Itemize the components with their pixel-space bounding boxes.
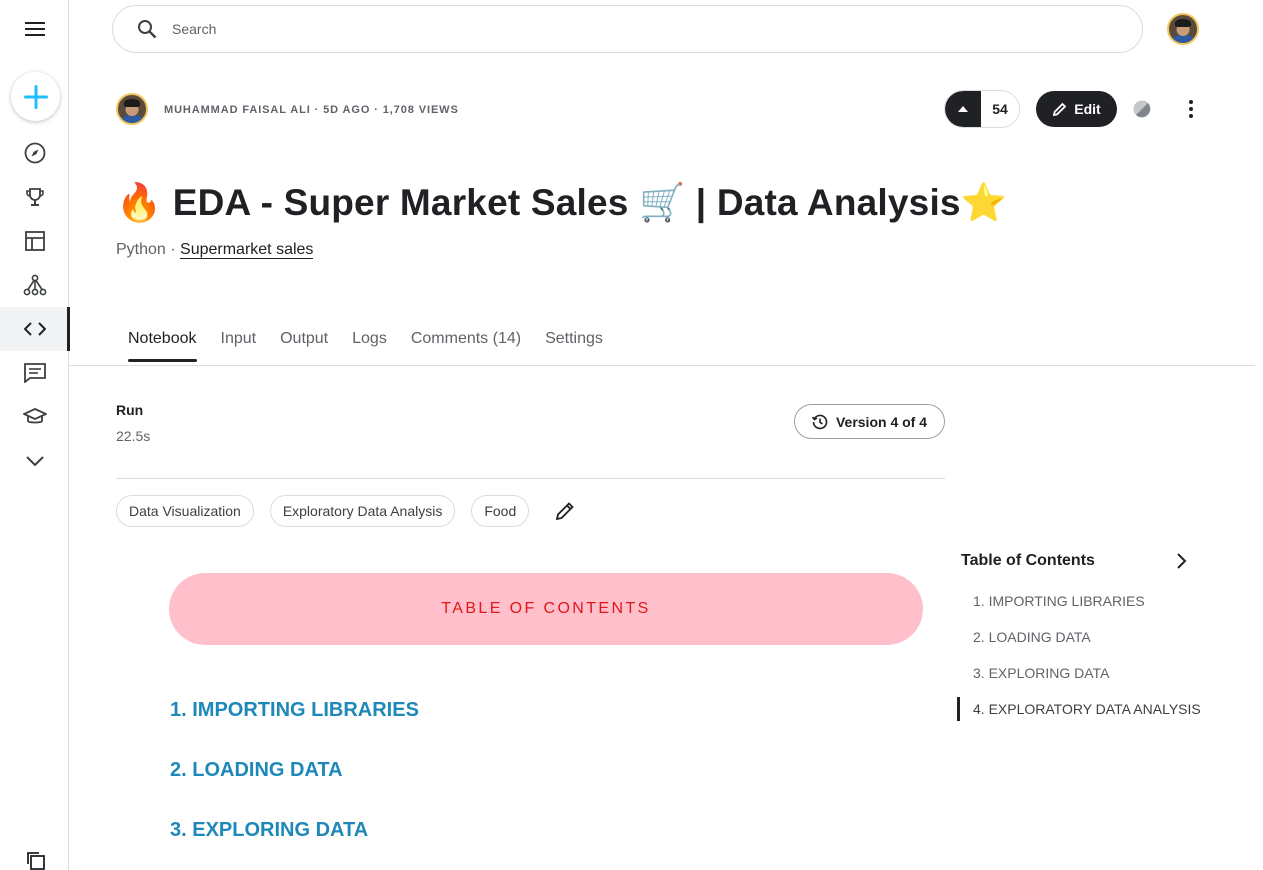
hamburger-menu-icon bbox=[24, 22, 45, 36]
table-icon bbox=[24, 231, 45, 251]
edit-button[interactable]: Edit bbox=[1036, 91, 1117, 127]
notebook-section-link[interactable]: 3. EXPLORING DATA bbox=[170, 819, 368, 842]
tag-list: Data Visualization Exploratory Data Anal… bbox=[116, 495, 579, 527]
tab-comments[interactable]: Comments (14) bbox=[411, 330, 521, 360]
pencil-icon bbox=[1053, 102, 1067, 116]
search-bar[interactable]: Search bbox=[112, 5, 1143, 53]
notebook-section-link[interactable]: 1. IMPORTING LIBRARIES bbox=[170, 699, 419, 722]
side-toc-item-active[interactable]: 4. EXPLORATORY DATA ANALYSIS bbox=[973, 701, 1201, 717]
contrast-icon bbox=[1133, 100, 1151, 118]
toc-banner: TABLE OF CONTENTS bbox=[169, 573, 923, 645]
upvote-control: 54 bbox=[944, 90, 1020, 128]
chevron-right-icon bbox=[1177, 553, 1187, 569]
side-toc-item[interactable]: 1. IMPORTING LIBRARIES bbox=[973, 593, 1145, 609]
run-time: 22.5s bbox=[116, 428, 151, 444]
nav-your-work[interactable] bbox=[0, 838, 69, 870]
side-toc-item[interactable]: 3. EXPLORING DATA bbox=[973, 665, 1109, 681]
more-options-button[interactable] bbox=[1177, 95, 1205, 123]
notebook-tabs: Notebook Input Output Logs Comments (14)… bbox=[128, 330, 603, 362]
tab-notebook[interactable]: Notebook bbox=[128, 330, 197, 362]
edit-button-label: Edit bbox=[1074, 101, 1101, 117]
history-icon bbox=[811, 414, 828, 429]
graduation-cap-icon bbox=[22, 408, 47, 424]
edit-tags-button[interactable] bbox=[551, 497, 579, 525]
version-label: Version 4 of 4 bbox=[835, 413, 928, 430]
compass-icon bbox=[24, 142, 45, 164]
subtitle-separator: · bbox=[165, 241, 181, 258]
create-button[interactable] bbox=[11, 72, 60, 121]
search-input[interactable]: Search bbox=[172, 21, 216, 37]
left-nav-rail bbox=[0, 0, 70, 870]
nav-code[interactable] bbox=[0, 307, 70, 351]
notebook-title: 🔥 EDA - Super Market Sales 🛒 | Data Anal… bbox=[116, 182, 1007, 223]
side-toc-title: Table of Contents bbox=[961, 552, 1095, 569]
side-toc-collapse-button[interactable] bbox=[1170, 550, 1192, 577]
notebook-subtitle: Python · Supermarket sales bbox=[116, 241, 314, 259]
nav-discussions[interactable] bbox=[0, 351, 69, 395]
tab-settings[interactable]: Settings bbox=[545, 330, 603, 360]
user-avatar[interactable] bbox=[1167, 13, 1199, 45]
nav-home-explore[interactable] bbox=[0, 131, 69, 175]
nav-models[interactable] bbox=[0, 263, 69, 307]
tag-chip[interactable]: Food bbox=[471, 495, 530, 527]
caret-up-icon bbox=[958, 106, 968, 112]
dataset-link[interactable]: Supermarket sales bbox=[180, 241, 314, 259]
search-icon bbox=[138, 20, 157, 39]
menu-button[interactable] bbox=[0, 7, 69, 51]
nav-more[interactable] bbox=[0, 439, 69, 483]
tag-chip[interactable]: Exploratory Data Analysis bbox=[269, 495, 456, 527]
copy-stack-icon bbox=[26, 852, 45, 870]
notebook-language: Python bbox=[116, 241, 166, 258]
nav-datasets[interactable] bbox=[0, 219, 69, 263]
pencil-icon bbox=[556, 502, 575, 521]
more-vertical-icon bbox=[1189, 100, 1193, 118]
plus-icon bbox=[23, 84, 48, 109]
notebook-meta: MUHAMMAD FAISAL ALI · 5D AGO · 1,708 VIE… bbox=[164, 104, 459, 116]
nav-competitions[interactable] bbox=[0, 175, 69, 219]
chevron-down-icon bbox=[25, 456, 44, 466]
trophy-icon bbox=[25, 188, 44, 206]
tab-output[interactable]: Output bbox=[280, 330, 328, 360]
tab-logs[interactable]: Logs bbox=[352, 330, 387, 360]
tabs-divider bbox=[69, 365, 1255, 366]
side-toc-active-indicator bbox=[957, 697, 960, 721]
run-label: Run bbox=[116, 402, 144, 418]
tag-chip[interactable]: Data Visualization bbox=[116, 495, 254, 527]
tab-input[interactable]: Input bbox=[221, 330, 257, 360]
theme-toggle-button[interactable] bbox=[1128, 95, 1156, 123]
models-network-icon bbox=[23, 274, 46, 296]
upvote-count: 54 bbox=[992, 101, 1008, 117]
discussion-icon bbox=[23, 363, 46, 383]
upvote-button[interactable] bbox=[945, 91, 981, 127]
notebook-section-link[interactable]: 2. LOADING DATA bbox=[170, 759, 343, 782]
version-button[interactable]: Version 4 of 4 bbox=[794, 404, 945, 439]
nav-learn[interactable] bbox=[0, 395, 69, 439]
code-icon bbox=[23, 322, 46, 336]
author-avatar[interactable] bbox=[116, 93, 148, 125]
side-toc-item[interactable]: 2. LOADING DATA bbox=[973, 629, 1091, 645]
section-divider bbox=[116, 478, 945, 479]
